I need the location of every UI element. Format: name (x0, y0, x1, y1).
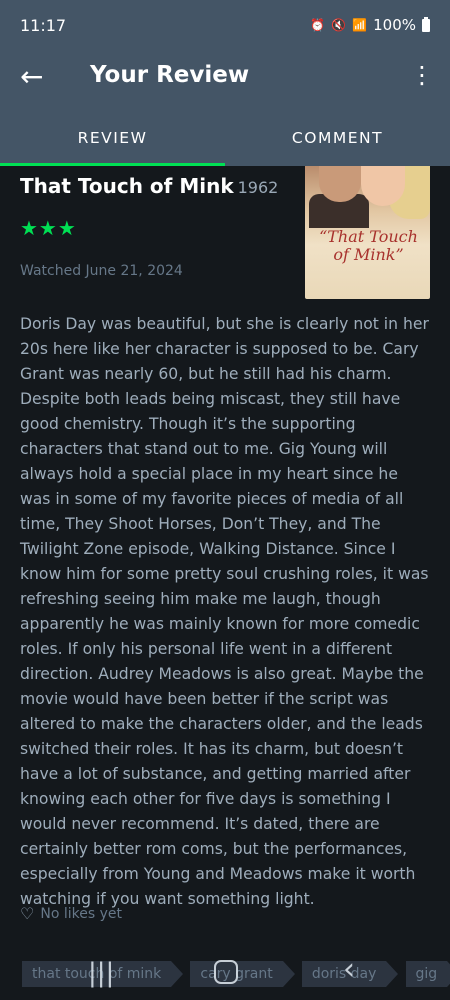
more-options-icon[interactable]: ⋮ (410, 60, 434, 90)
poster-title: “That Touch of Mink” (319, 227, 418, 264)
film-title[interactable]: That Touch of Mink (20, 174, 234, 198)
likes-row[interactable]: ♡ No likes yet (20, 904, 122, 923)
system-nav-bar: ||| ‹ (0, 944, 450, 1000)
battery-level: 100% (373, 16, 416, 34)
home-icon[interactable] (214, 960, 238, 984)
watched-date: Watched June 21, 2024 (20, 263, 183, 279)
alarm-icon: ⏰ (310, 18, 326, 32)
recent-apps-icon[interactable]: ||| (88, 958, 114, 988)
film-heading[interactable]: That Touch of Mink 1962 (20, 174, 278, 198)
film-poster[interactable]: “That Touch of Mink” (305, 166, 430, 299)
tab-comment[interactable]: COMMENT (225, 112, 450, 166)
wifi-icon: 📶 (352, 18, 368, 32)
likes-count: No likes yet (40, 905, 122, 922)
review-content: That Touch of Mink 1962 ★★★ Watched June … (0, 166, 450, 1000)
film-year[interactable]: 1962 (238, 178, 279, 197)
tab-bar: REVIEW COMMENT (0, 112, 450, 166)
back-arrow-icon[interactable]: ← (20, 62, 52, 94)
status-bar: 11:17 ⏰ 🔇 📶 100% (0, 0, 450, 50)
mute-icon: 🔇 (331, 18, 347, 32)
status-time: 11:17 (20, 15, 67, 35)
heart-icon[interactable]: ♡ (20, 904, 34, 923)
review-text: Doris Day was beautiful, but she is clea… (20, 315, 429, 908)
status-icons: ⏰ 🔇 📶 100% (310, 16, 430, 34)
battery-icon (422, 16, 430, 32)
app-bar: ← Your Review ⋮ (0, 50, 450, 112)
rating-stars: ★★★ (20, 216, 77, 240)
back-chevron-icon[interactable]: ‹ (343, 952, 355, 987)
tab-review[interactable]: REVIEW (0, 112, 225, 166)
page-title: Your Review (90, 62, 250, 88)
